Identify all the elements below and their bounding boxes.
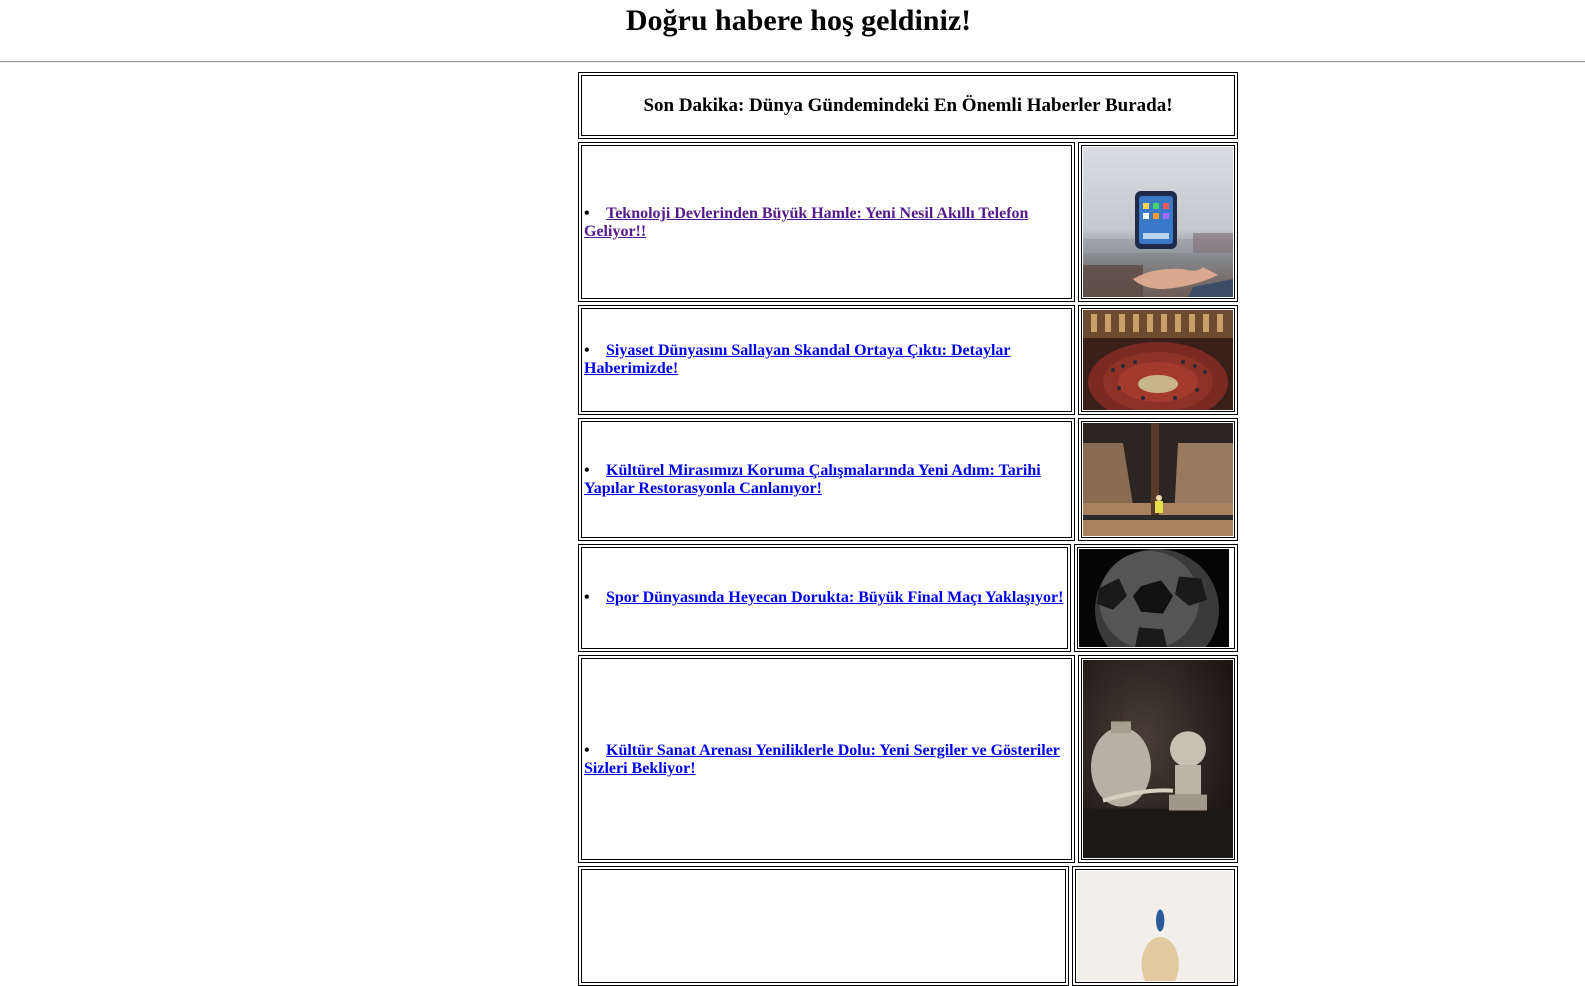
list-item: • Kültürel Mirasımızı Koruma Çalışmaların… (584, 462, 1068, 498)
news-image-cell (1078, 305, 1238, 415)
news-text-cell: • Kültürel Mirasımızı Koruma Çalışmaların… (578, 418, 1075, 541)
list-item: • Spor Dünyasında Heyecan Dorukta: Büyük … (584, 589, 1064, 607)
news-image-cell (1072, 866, 1238, 986)
news-link[interactable]: Spor Dünyasında Heyecan Dorukta: Büyük F… (606, 589, 1063, 606)
still-life-photo[interactable] (1083, 660, 1233, 858)
page-title: Doğru habere hoş geldiniz! (625, 4, 972, 37)
list-item: • Siyaset Dünyasını Sallayan Skandal Orta… (584, 342, 1068, 378)
news-row: • Kültür Sanat Arenası Yeniliklerle Dolu:… (578, 655, 1238, 863)
bullet: • (584, 462, 590, 479)
news-row: • Teknoloji Devlerinden Büyük Hamle: Yeni… (578, 142, 1238, 302)
news-text-cell: • Teknoloji Devlerinden Büyük Hamle: Yeni… (578, 142, 1075, 302)
parliament-photo[interactable] (1083, 310, 1233, 410)
football-photo[interactable] (1079, 549, 1229, 647)
headline-cell: Son Dakika: Dünya Gündemindeki En Önemli… (578, 72, 1238, 139)
restoration-photo[interactable] (1083, 423, 1233, 536)
news-link[interactable]: Kültür Sanat Arenası Yeniliklerle Dolu: … (584, 742, 1060, 777)
smartphone-photo[interactable] (1083, 147, 1233, 297)
news-row: • Siyaset Dünyasını Sallayan Skandal Orta… (578, 305, 1238, 415)
news-image-cell (1074, 544, 1238, 652)
list-item: • Teknoloji Devlerinden Büyük Hamle: Yeni… (584, 205, 1068, 241)
headline-text: Son Dakika: Dünya Gündemindeki En Önemli… (643, 95, 1173, 116)
news-photo[interactable] (1077, 871, 1233, 981)
news-row (578, 866, 1238, 986)
news-image-cell (1078, 418, 1238, 541)
news-text-cell (578, 866, 1069, 986)
bullet: • (584, 742, 590, 759)
bullet: • (584, 342, 590, 359)
list-item: • Kültür Sanat Arenası Yeniliklerle Dolu:… (584, 742, 1068, 778)
news-row: • Kültürel Mirasımızı Koruma Çalışmaların… (578, 418, 1238, 541)
news-table: Son Dakika: Dünya Gündemindeki En Önemli… (578, 72, 1238, 986)
news-text-cell: • Kültür Sanat Arenası Yeniliklerle Dolu:… (578, 655, 1075, 863)
news-link[interactable]: Teknoloji Devlerinden Büyük Hamle: Yeni … (584, 205, 1028, 240)
bullet: • (584, 205, 590, 222)
news-image-cell (1078, 655, 1238, 863)
news-row: • Spor Dünyasında Heyecan Dorukta: Büyük … (578, 544, 1238, 652)
bullet: • (584, 589, 590, 606)
news-text-cell: • Spor Dünyasında Heyecan Dorukta: Büyük … (578, 544, 1071, 652)
news-text-cell: • Siyaset Dünyasını Sallayan Skandal Orta… (578, 305, 1075, 415)
news-link[interactable]: Siyaset Dünyasını Sallayan Skandal Ortay… (584, 342, 1011, 377)
news-image-cell (1078, 142, 1238, 302)
news-link[interactable]: Kültürel Mirasımızı Koruma Çalışmalarınd… (584, 462, 1041, 497)
horizontal-rule (0, 61, 1585, 63)
